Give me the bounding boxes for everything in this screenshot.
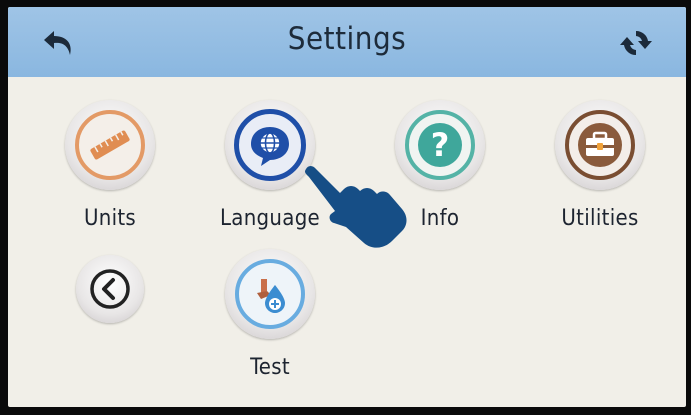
toolbox-icon: [578, 123, 622, 167]
previous-page-button[interactable]: [55, 255, 165, 339]
language-label: Language: [219, 206, 321, 231]
units-label: Units: [83, 206, 137, 231]
language-icon-badge: [225, 100, 315, 190]
blood-drop-test-icon: [257, 279, 285, 313]
globe-speech-bubble-icon: [251, 127, 289, 166]
refresh-button[interactable]: [616, 23, 656, 63]
utilities-label: Utilities: [561, 206, 639, 231]
question-mark-icon: ?: [418, 123, 462, 167]
language-menu-item[interactable]: Language: [215, 100, 325, 231]
units-menu-item[interactable]: Units: [55, 100, 165, 231]
svg-text:?: ?: [431, 126, 450, 164]
test-menu-item[interactable]: Test: [215, 249, 325, 380]
page-title: Settings: [287, 21, 407, 57]
settings-screen: Settings Units Language ? Info Utilities…: [8, 7, 686, 407]
header-bar: Settings: [8, 7, 686, 77]
test-label: Test: [250, 355, 290, 380]
test-icon-badge: [225, 249, 315, 339]
utilities-icon-badge: [555, 100, 645, 190]
ruler-icon: [90, 130, 130, 160]
utilities-menu-item[interactable]: Utilities: [545, 100, 655, 231]
info-label: Info: [420, 206, 460, 231]
units-icon-badge: [65, 100, 155, 190]
refresh-icon: [620, 30, 652, 56]
info-icon-badge: ?: [395, 100, 485, 190]
info-menu-item[interactable]: ? Info: [385, 100, 495, 231]
previous-page-icon: [90, 269, 130, 309]
device-bezel: Settings Units Language ? Info Utilities…: [0, 0, 691, 415]
previous-page-badge: [76, 255, 144, 323]
